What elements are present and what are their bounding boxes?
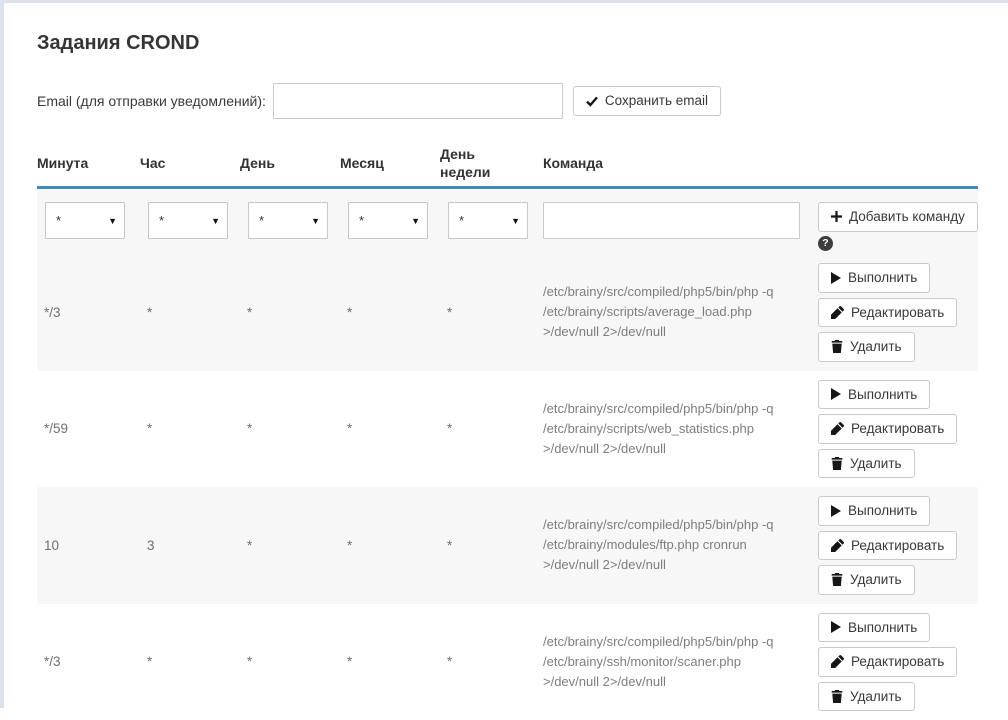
cell-hour: * — [140, 305, 240, 320]
save-email-label: Сохранить email — [605, 94, 708, 108]
plus-icon — [831, 211, 842, 222]
run-button[interactable]: Выполнить — [818, 263, 930, 293]
save-email-button[interactable]: Сохранить email — [573, 86, 721, 116]
header-hour: Час — [140, 154, 240, 172]
add-command-row: * ▼ * ▼ * ▼ * ▼ — [37, 189, 978, 254]
row-actions: Выполнить Редактировать Удалить — [809, 487, 978, 604]
cell-day: * — [240, 538, 340, 553]
hour-select[interactable]: * — [148, 202, 228, 239]
table-row: */59 * * * * /etc/brainy/src/compiled/ph… — [37, 371, 978, 488]
cell-command: /etc/brainy/src/compiled/php5/bin/php -q… — [543, 282, 809, 342]
pencil-icon — [831, 306, 844, 319]
day-select[interactable]: * — [248, 202, 328, 239]
edit-button[interactable]: Редактировать — [818, 531, 957, 561]
add-command-button[interactable]: Добавить команду — [818, 202, 978, 232]
delete-button[interactable]: Удалить — [818, 449, 915, 479]
cell-month: * — [340, 305, 440, 320]
cell-day: * — [240, 305, 340, 320]
run-button[interactable]: Выполнить — [818, 496, 930, 526]
month-select[interactable]: * — [348, 202, 428, 239]
help-icon[interactable]: ? — [818, 236, 833, 251]
table-row: 10 3 * * * /etc/brainy/src/compiled/php5… — [37, 487, 978, 604]
trash-icon — [831, 690, 843, 703]
delete-button[interactable]: Удалить — [818, 332, 915, 362]
pencil-icon — [831, 422, 844, 435]
cron-table: Минута Час День Месяц День недели Команд… — [37, 142, 978, 720]
cell-minute: */3 — [37, 654, 140, 669]
minute-select[interactable]: * — [45, 202, 125, 239]
page-title: Задания CROND — [37, 32, 1008, 55]
row-actions: Выполнить Редактировать Удалить — [809, 254, 978, 371]
cell-weekday: * — [440, 305, 543, 320]
edit-button[interactable]: Редактировать — [818, 647, 957, 677]
cell-month: * — [340, 654, 440, 669]
cell-weekday: * — [440, 538, 543, 553]
row-actions: Выполнить Редактировать Удалить — [809, 371, 978, 488]
table-header-row: Минута Час День Месяц День недели Команд… — [37, 142, 978, 189]
pencil-icon — [831, 655, 844, 668]
cell-day: * — [240, 421, 340, 436]
play-icon — [831, 621, 841, 633]
check-icon — [586, 96, 598, 107]
header-command: Команда — [543, 154, 809, 172]
trash-icon — [831, 573, 843, 586]
email-section: Email (для отправки уведомлений): Сохран… — [37, 83, 1008, 119]
delete-button[interactable]: Удалить — [818, 682, 915, 712]
cell-weekday: * — [440, 421, 543, 436]
cell-hour: * — [140, 421, 240, 436]
run-button[interactable]: Выполнить — [818, 613, 930, 643]
cell-hour: * — [140, 654, 240, 669]
cell-month: * — [340, 421, 440, 436]
email-input[interactable] — [273, 83, 563, 119]
cell-command: /etc/brainy/src/compiled/php5/bin/php -q… — [543, 515, 809, 575]
weekday-select[interactable]: * — [448, 202, 528, 239]
trash-icon — [831, 340, 843, 353]
cell-day: * — [240, 654, 340, 669]
cell-minute: 10 — [37, 538, 140, 553]
command-input[interactable] — [543, 202, 800, 239]
table-row: */3 * * * * /etc/brainy/src/compiled/php… — [37, 254, 978, 371]
add-command-label: Добавить команду — [849, 210, 965, 224]
row-actions: Выполнить Редактировать Удалить — [809, 604, 978, 720]
trash-icon — [831, 457, 843, 470]
run-button[interactable]: Выполнить — [818, 380, 930, 410]
header-day: День — [240, 154, 340, 172]
play-icon — [831, 388, 841, 400]
header-month: Месяц — [340, 154, 440, 172]
play-icon — [831, 272, 841, 284]
cell-minute: */3 — [37, 305, 140, 320]
cell-hour: 3 — [140, 538, 240, 553]
cell-weekday: * — [440, 654, 543, 669]
cell-command: /etc/brainy/src/compiled/php5/bin/php -q… — [543, 399, 809, 459]
edit-button[interactable]: Редактировать — [818, 298, 957, 328]
email-label: Email (для отправки уведомлений): — [37, 93, 266, 109]
header-weekday: День недели — [440, 145, 543, 181]
edit-button[interactable]: Редактировать — [818, 414, 957, 444]
cell-command: /etc/brainy/src/compiled/php5/bin/php -q… — [543, 632, 809, 692]
table-row: */3 * * * * /etc/brainy/src/compiled/php… — [37, 604, 978, 720]
pencil-icon — [831, 539, 844, 552]
crond-page: Задания CROND Email (для отправки уведом… — [4, 3, 1008, 720]
play-icon — [831, 505, 841, 517]
delete-button[interactable]: Удалить — [818, 565, 915, 595]
cell-month: * — [340, 538, 440, 553]
header-minute: Минута — [37, 154, 140, 172]
cell-minute: */59 — [37, 421, 140, 436]
